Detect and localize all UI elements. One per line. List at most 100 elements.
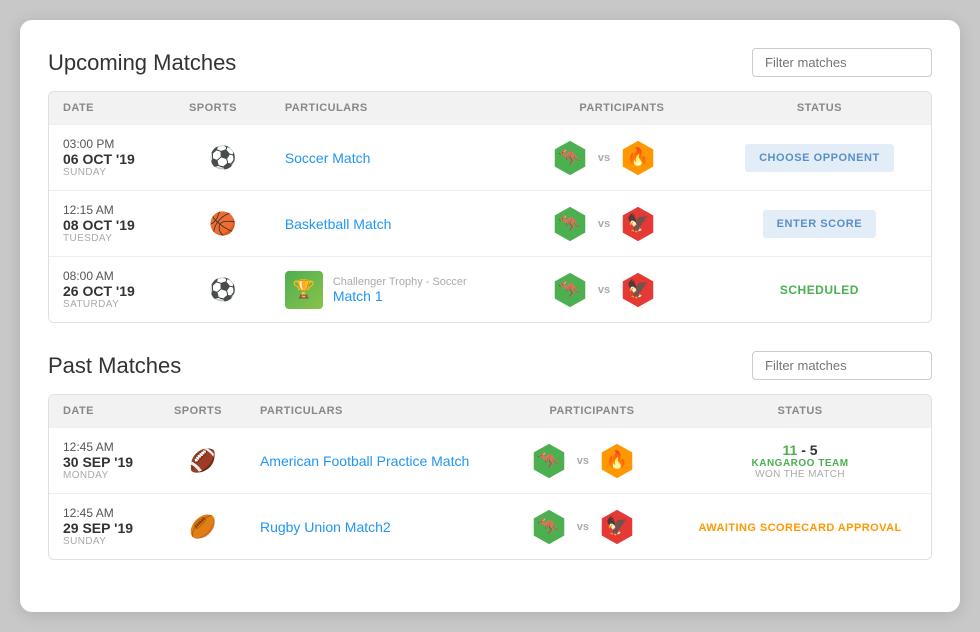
match-day: SUNDAY bbox=[63, 167, 161, 178]
particulars-cell: Rugby Union Match2 bbox=[246, 494, 515, 560]
match-date: 30 SEP '19 bbox=[63, 454, 146, 470]
participant-hex: 🔥 bbox=[597, 441, 637, 481]
participant-hex: 🦅 bbox=[618, 270, 658, 310]
particulars-cell: Basketball Match bbox=[271, 191, 536, 257]
particulars-text: Basketball Match bbox=[285, 216, 392, 232]
date-cell: 12:45 AM 30 SEP '19 MONDAY bbox=[49, 428, 160, 494]
match-day: SUNDAY bbox=[63, 536, 146, 547]
table-row: 12:45 AM 30 SEP '19 MONDAY 🏈 American Fo… bbox=[49, 428, 931, 494]
score-numbers: 11 - 5 bbox=[783, 442, 818, 458]
participant-hex: 🔥 bbox=[618, 138, 658, 178]
score-winner: 11 bbox=[783, 442, 798, 458]
date-cell: 12:15 AM 08 OCT '19 TUESDAY bbox=[49, 191, 175, 257]
match-day: SATURDAY bbox=[63, 299, 161, 310]
past-col-participants: PARTICIPANTS bbox=[515, 395, 669, 428]
match-name-link[interactable]: Basketball Match bbox=[285, 216, 392, 232]
match-time: 12:15 AM bbox=[63, 203, 161, 217]
score-block: 11 - 5 KANGAROO TEAM WON THE MATCH bbox=[683, 442, 917, 480]
past-title: Past Matches bbox=[48, 353, 181, 379]
particulars-text: Rugby Union Match2 bbox=[260, 519, 391, 535]
score-dash: - bbox=[801, 442, 810, 458]
team-emoji: 🔥 bbox=[627, 147, 649, 168]
status-cell: SCHEDULED bbox=[708, 257, 931, 323]
participant-hex: 🦘 bbox=[550, 138, 590, 178]
match-time: 12:45 AM bbox=[63, 440, 146, 454]
match-day: TUESDAY bbox=[63, 233, 161, 244]
participants-cell: 🦘 vs 🦅 bbox=[536, 191, 708, 257]
won-sub: WON THE MATCH bbox=[755, 469, 845, 480]
past-col-particulars: PARTICULARS bbox=[246, 395, 515, 428]
participant-hex: 🦅 bbox=[618, 204, 658, 244]
participant-hex: 🦘 bbox=[550, 270, 590, 310]
upcoming-col-particulars: PARTICULARS bbox=[271, 92, 536, 125]
vs-label: vs bbox=[577, 455, 589, 467]
particulars-cell: American Football Practice Match bbox=[246, 428, 515, 494]
past-table-wrap: DATE SPORTS PARTICULARS PARTICIPANTS STA… bbox=[48, 394, 932, 560]
team-emoji: 🦘 bbox=[559, 147, 581, 168]
table-row: 12:45 AM 29 SEP '19 SUNDAY 🏉 Rugby Union… bbox=[49, 494, 931, 560]
participants-cell: 🦘 vs 🦅 bbox=[536, 257, 708, 323]
team-emoji: 🦘 bbox=[538, 450, 560, 471]
particulars-text: Soccer Match bbox=[285, 150, 371, 166]
status-cell: AWAITING SCORECARD APPROVAL bbox=[669, 494, 931, 560]
sport-cell: 🏈 bbox=[160, 428, 246, 494]
main-card: Upcoming Matches DATE SPORTS PARTICULARS… bbox=[20, 20, 960, 612]
table-row: 03:00 PM 06 OCT '19 SUNDAY ⚽ Soccer Matc… bbox=[49, 125, 931, 191]
past-filter-input[interactable] bbox=[752, 351, 932, 380]
match-name-link[interactable]: Rugby Union Match2 bbox=[260, 519, 391, 535]
team-emoji: 🦅 bbox=[627, 213, 649, 234]
match-time: 03:00 PM bbox=[63, 137, 161, 151]
participants-cell: 🦘 vs 🔥 bbox=[536, 125, 708, 191]
vs-label: vs bbox=[598, 218, 610, 230]
winner-label: KANGAROO TEAM bbox=[752, 458, 849, 469]
upcoming-filter-input[interactable] bbox=[752, 48, 932, 77]
past-table: DATE SPORTS PARTICULARS PARTICIPANTS STA… bbox=[49, 395, 931, 559]
sport-cell: ⚽ bbox=[175, 257, 271, 323]
status-cell: CHOOSE OPPONENT bbox=[708, 125, 931, 191]
status-cell: ENTER SCORE bbox=[708, 191, 931, 257]
score-loser: 5 bbox=[810, 442, 818, 458]
participants-cell: 🦘 vs 🔥 bbox=[515, 428, 669, 494]
upcoming-col-sports: SPORTS bbox=[175, 92, 271, 125]
past-col-sports: SPORTS bbox=[160, 395, 246, 428]
date-cell: 12:45 AM 29 SEP '19 SUNDAY bbox=[49, 494, 160, 560]
upcoming-header: Upcoming Matches bbox=[48, 48, 932, 77]
particulars-cell: Soccer Match bbox=[271, 125, 536, 191]
upcoming-col-status: STATUS bbox=[708, 92, 931, 125]
vs-label: vs bbox=[577, 521, 589, 533]
upcoming-table-wrap: DATE SPORTS PARTICULARS PARTICIPANTS STA… bbox=[48, 91, 932, 323]
date-cell: 08:00 AM 26 OCT '19 SATURDAY bbox=[49, 257, 175, 323]
team-emoji: 🦅 bbox=[606, 516, 628, 537]
vs-label: vs bbox=[598, 284, 610, 296]
participant-hex: 🦅 bbox=[597, 507, 637, 547]
match-date: 29 SEP '19 bbox=[63, 520, 146, 536]
participant-hex: 🦘 bbox=[529, 507, 569, 547]
particulars-text: American Football Practice Match bbox=[260, 453, 469, 469]
upcoming-title: Upcoming Matches bbox=[48, 50, 236, 76]
choose-opponent-button[interactable]: CHOOSE OPPONENT bbox=[745, 144, 894, 172]
particulars-sub: Challenger Trophy - Soccer bbox=[333, 276, 467, 288]
particulars-text: Challenger Trophy - Soccer Match 1 bbox=[333, 276, 467, 304]
match-name-link[interactable]: Match 1 bbox=[333, 288, 467, 304]
table-row: 12:15 AM 08 OCT '19 TUESDAY 🏀 Basketball… bbox=[49, 191, 931, 257]
team-emoji: 🔥 bbox=[606, 450, 628, 471]
match-name-link[interactable]: Soccer Match bbox=[285, 150, 371, 166]
match-name-link[interactable]: American Football Practice Match bbox=[260, 453, 469, 469]
team-emoji: 🦅 bbox=[627, 279, 649, 300]
status-scheduled: SCHEDULED bbox=[780, 283, 859, 297]
trophy-badge: 🏆 bbox=[285, 271, 323, 309]
match-date: 06 OCT '19 bbox=[63, 151, 161, 167]
team-emoji: 🦘 bbox=[559, 279, 581, 300]
vs-label: vs bbox=[598, 152, 610, 164]
participants-cell: 🦘 vs 🦅 bbox=[515, 494, 669, 560]
participant-hex: 🦘 bbox=[529, 441, 569, 481]
upcoming-col-date: DATE bbox=[49, 92, 175, 125]
particulars-cell: 🏆 Challenger Trophy - Soccer Match 1 bbox=[271, 257, 536, 323]
upcoming-table: DATE SPORTS PARTICULARS PARTICIPANTS STA… bbox=[49, 92, 931, 322]
participant-hex: 🦘 bbox=[550, 204, 590, 244]
enter-score-button[interactable]: ENTER SCORE bbox=[763, 210, 877, 238]
past-col-date: DATE bbox=[49, 395, 160, 428]
sport-cell: 🏀 bbox=[175, 191, 271, 257]
upcoming-col-participants: PARTICIPANTS bbox=[536, 92, 708, 125]
table-row: 08:00 AM 26 OCT '19 SATURDAY ⚽ 🏆 Challen… bbox=[49, 257, 931, 323]
